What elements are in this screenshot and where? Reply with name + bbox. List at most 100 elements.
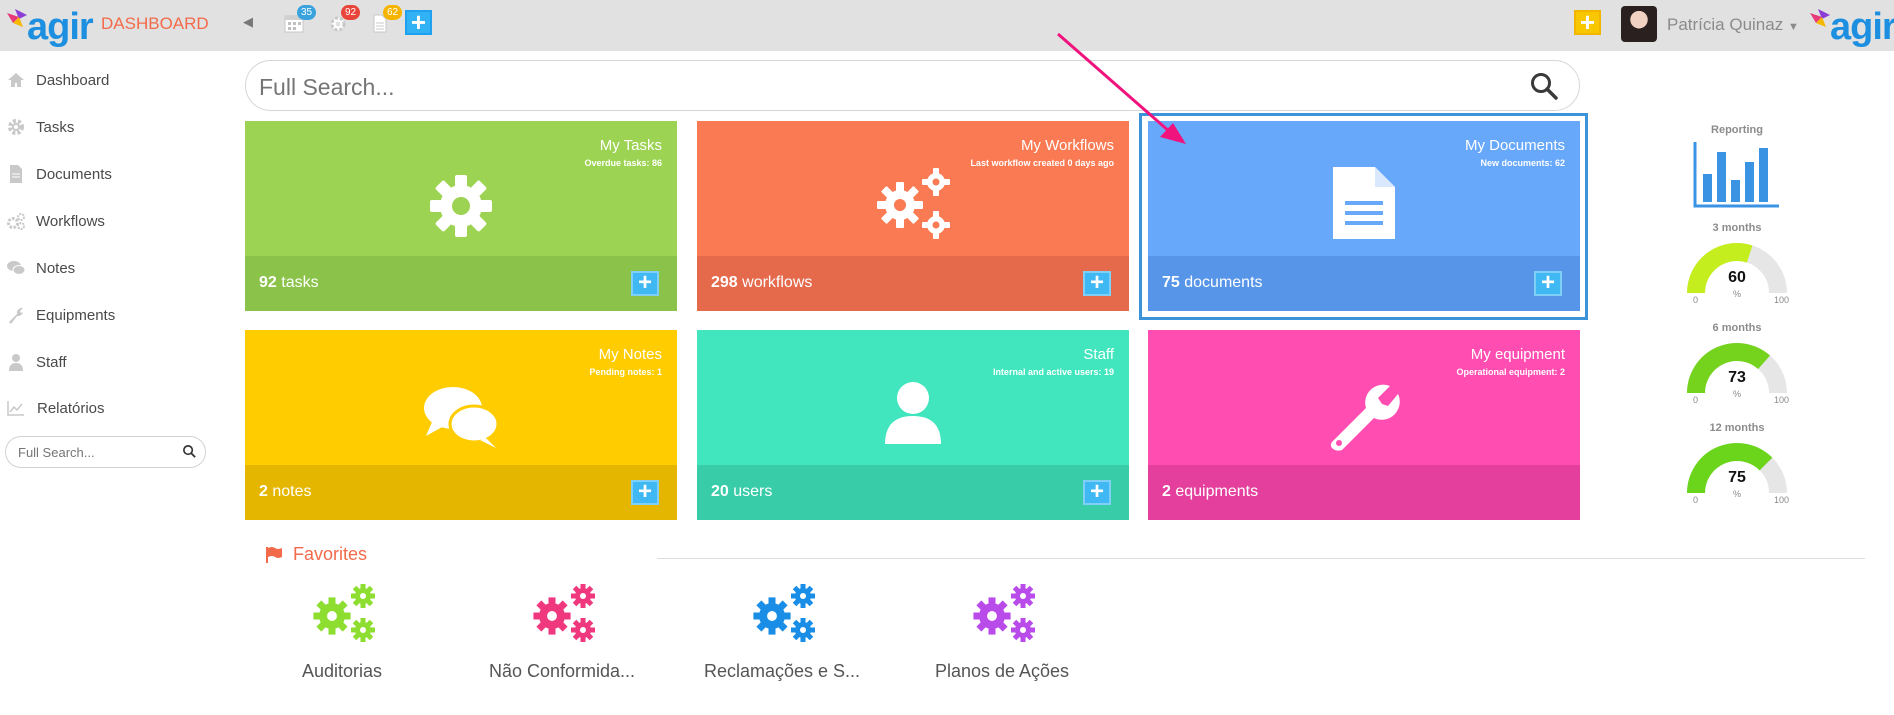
sidebar-item-label: Tasks [36,118,75,136]
calendar-button[interactable]: 35 [284,5,316,35]
quick-add-button[interactable]: + [405,9,432,35]
favorite-label: Auditorias [301,661,383,681]
tile-footer: 298 workflows + [697,256,1129,311]
sidebar-item-documents[interactable]: Documents [0,159,210,189]
tile-my-notes[interactable]: My Notes Pending notes: 1 2 notes + [245,330,677,520]
main-search-input[interactable] [259,73,1459,101]
add-workflow-button[interactable]: + [1083,271,1111,296]
favorite-item-auditorias[interactable]: Auditorias [242,583,442,693]
sidebar-item-label: Documents [36,165,112,183]
main-search [245,60,1580,111]
bird-icon [7,9,27,27]
gauge-3-months: 60 % 0 100 [1682,238,1792,308]
sidebar-item-label: Dashboard [36,71,110,89]
user-icon [885,382,941,444]
gauge-max: 100 [1774,395,1790,405]
tile-title: My Notes [598,346,662,363]
sidebar-item-staff[interactable]: Staff [0,347,210,377]
user-icon [9,354,23,371]
add-task-button[interactable]: + [631,271,659,296]
tile-count: 20 users [711,483,773,500]
avatar[interactable] [1621,6,1657,42]
sidebar-item-tasks[interactable]: Tasks [0,112,210,142]
tile-upper: Staff Internal and active users: 19 [697,330,1129,465]
sidebar-search [5,436,206,468]
tile-subtitle: Internal and active users: 19 [992,367,1114,377]
calendar-badge: 35 [297,5,316,20]
gears-icon [313,584,375,642]
add-user-button[interactable]: + [1083,480,1111,505]
comments-icon [7,261,26,275]
tile-count: 2 notes [259,483,312,500]
sidebar-item-label: Equipments [36,306,116,324]
gears-icon [7,213,25,230]
sidebar-item-reports[interactable]: Relatórios [0,393,210,423]
search-icon[interactable] [1529,71,1559,101]
gauge-max: 100 [1774,295,1790,305]
user-menu[interactable]: Patrícia Quinaz ▼ [1667,15,1799,35]
add-note-button[interactable]: + [631,480,659,505]
favorite-item-planos-de-acoes[interactable]: Planos de Ações [902,583,1102,693]
bird-icon [1810,9,1830,27]
favorites-header: Favorites [265,544,367,565]
documents-badge: 62 [383,5,402,20]
tile-subtitle: Operational equipment: 2 [1456,367,1565,377]
sidebar-item-label: Staff [36,353,67,371]
chevron-down-icon: ▼ [1787,21,1799,33]
bar-chart-icon[interactable] [1693,140,1781,210]
page-title: DASHBOARD [101,14,209,33]
tile-my-equipment[interactable]: My equipment Operational equipment: 2 2 … [1148,330,1580,520]
documents-notification-button[interactable]: 62 [370,5,402,35]
favorite-label: Planos de Ações [934,661,1070,681]
sidebar-item-equipments[interactable]: Equipments [0,300,210,330]
tile-my-workflows[interactable]: My Workflows Last workflow created 0 day… [697,121,1129,311]
tile-upper: My equipment Operational equipment: 2 [1148,330,1580,465]
gauge-value: 73 [1728,369,1746,386]
tile-title: Staff [1083,346,1114,363]
tile-my-tasks[interactable]: My Tasks Overdue tasks: 86 92 tasks + [245,121,677,311]
create-new-button[interactable]: + [1574,9,1601,35]
tile-staff[interactable]: Staff Internal and active users: 19 20 u… [697,330,1129,520]
sidebar-item-notes[interactable]: Notes [0,253,210,283]
gears-icon [753,584,815,642]
search-icon[interactable] [182,444,197,459]
tile-footer: 92 tasks + [245,256,677,311]
gears-icon [973,584,1035,642]
collapse-sidebar-button[interactable]: ◀ [243,14,253,30]
tile-upper: My Notes Pending notes: 1 [245,330,677,465]
gauge-6-months: 73 % 0 100 [1682,338,1792,408]
user-name: Patrícia Quinaz [1667,15,1784,34]
gauge-value: 60 [1728,269,1746,286]
tile-title: My Workflows [1020,137,1114,154]
logo-text: agir [1830,6,1894,48]
tile-footer: 20 users + [697,465,1129,520]
wrench-icon [9,307,23,324]
favorite-item-nao-conformidades[interactable]: Não Conformida... [462,583,662,693]
sidebar-search-input[interactable] [18,443,178,461]
tile-title: My equipment [1470,346,1565,363]
tile-count: 298 workflows [711,274,813,291]
tile-upper: My Workflows Last workflow created 0 day… [697,121,1129,256]
gauge-label: 3 months [1712,222,1762,234]
sidebar-item-label: Workflows [36,212,105,230]
agir-logo[interactable]: agir [5,3,94,47]
sidebar-item-dashboard[interactable]: Dashboard [0,65,210,95]
gear-icon [8,119,24,135]
gear-icon [430,175,492,237]
favorite-label: Não Conformida... [488,661,636,681]
tile-count: 2 equipments [1162,483,1259,500]
workflows-badge: 92 [341,5,360,20]
reporting-title: Reporting [1711,124,1763,136]
comments-icon [424,387,500,448]
top-bar: agir DASHBOARD ◀ 35 92 62 + + Patrícia Q… [0,0,1894,51]
gauge-min: 0 [1693,495,1699,505]
workflows-notification-button[interactable]: 92 [328,5,360,35]
tile-title: My Tasks [599,137,662,154]
gears-icon [533,584,595,642]
tile-footer: 2 equipments [1148,465,1580,520]
gauge-min: 0 [1693,395,1699,405]
sidebar-item-workflows[interactable]: Workflows [0,206,210,236]
favorite-item-reclamacoes[interactable]: Reclamações e S... [682,583,882,693]
selected-tile-highlight [1139,113,1588,320]
gauge-label: 6 months [1712,322,1762,334]
